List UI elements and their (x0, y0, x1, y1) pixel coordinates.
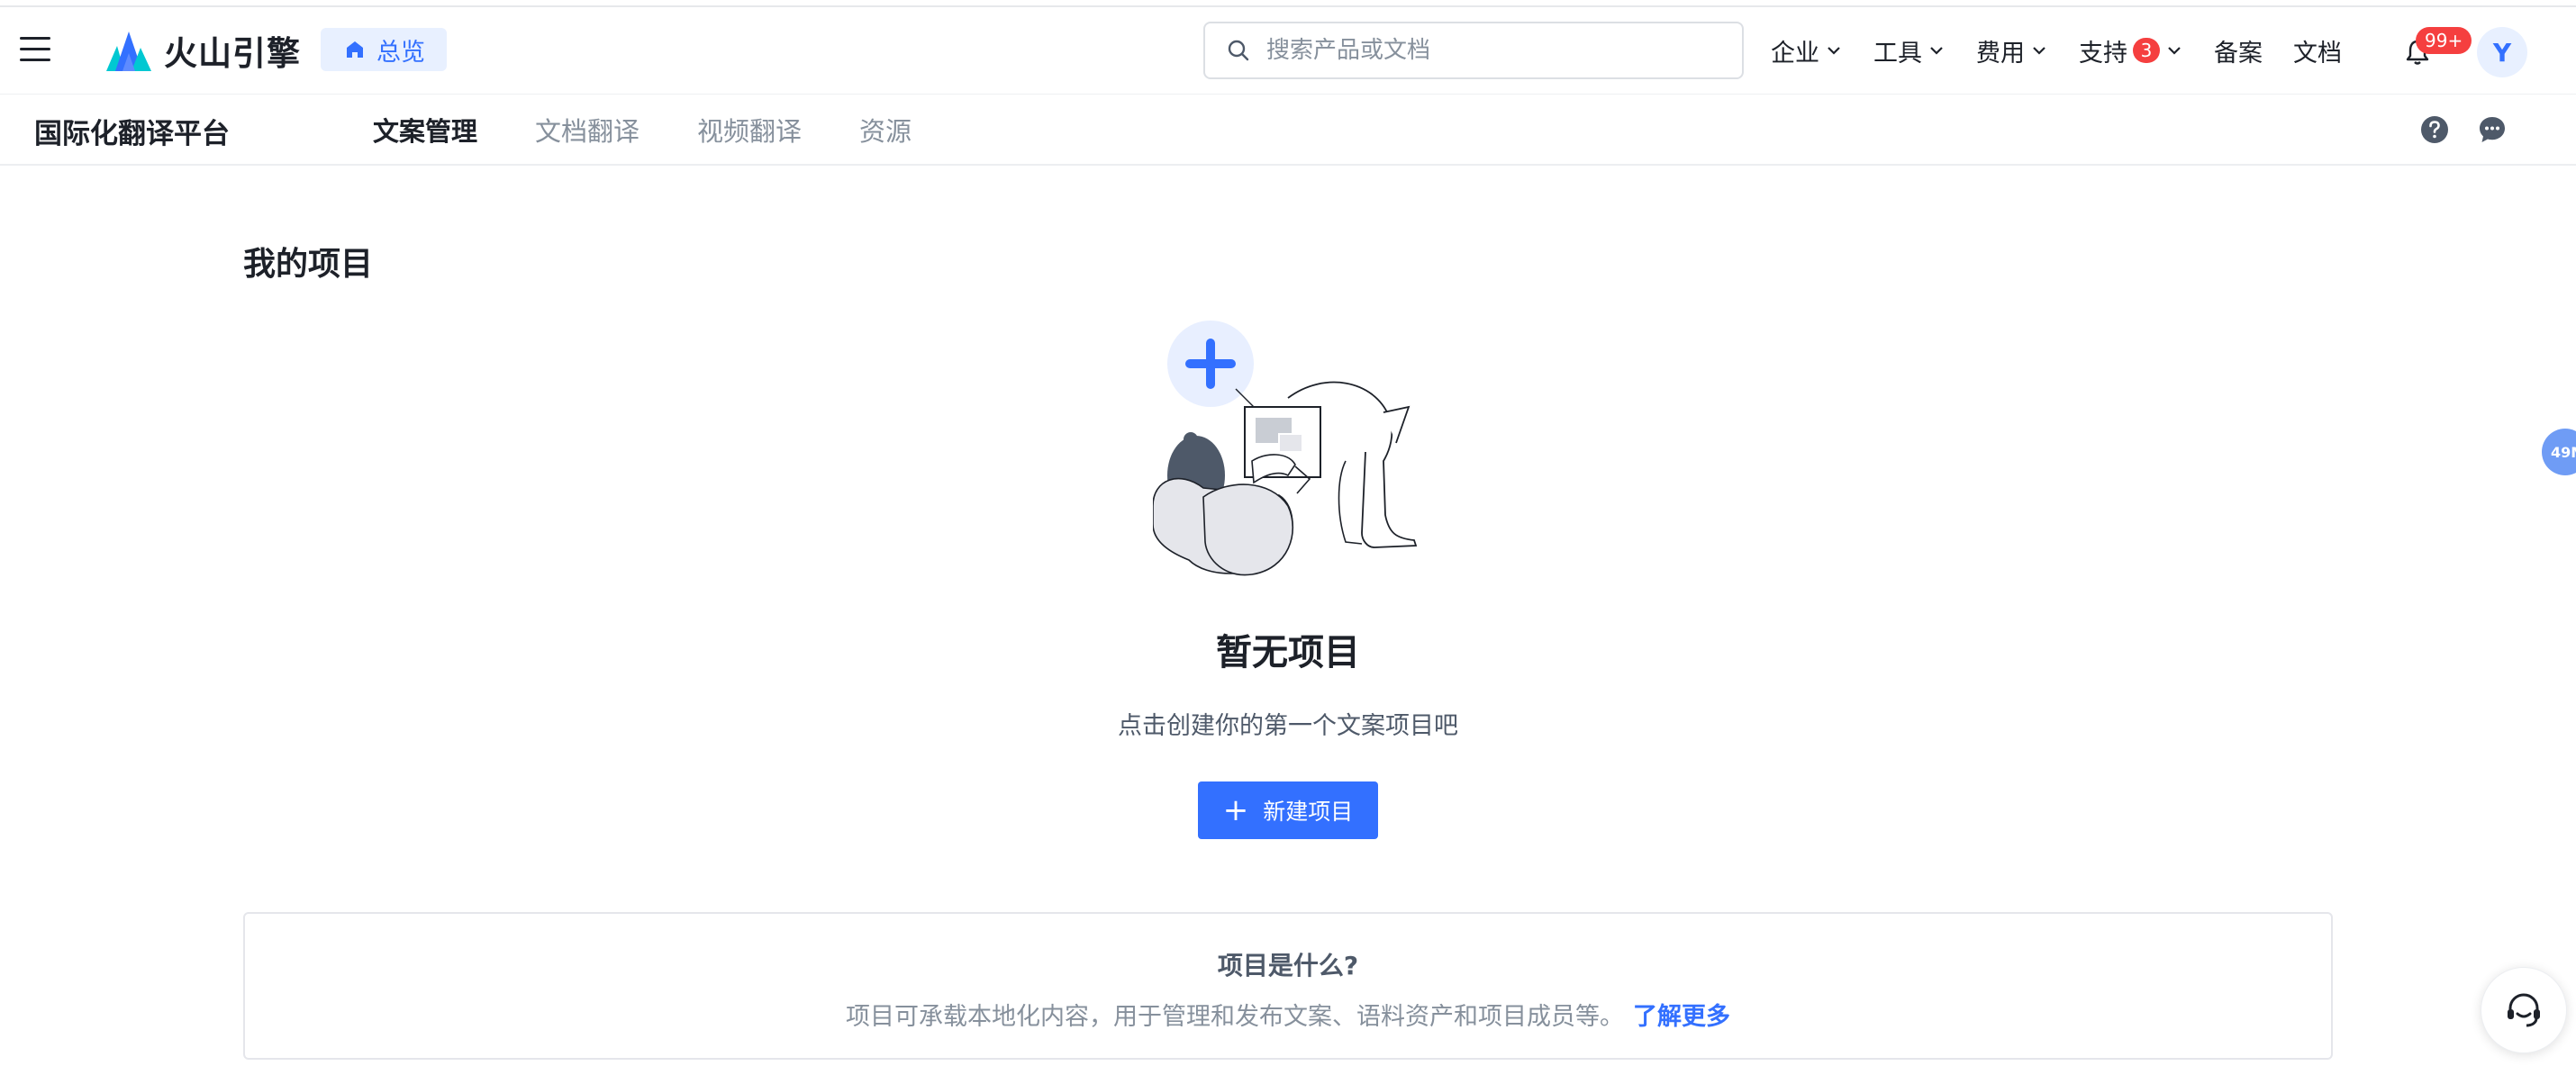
headset-icon (2508, 993, 2540, 1027)
chevron-down-icon (2033, 47, 2045, 55)
search-icon (1228, 40, 1249, 61)
product-tabs: 文案管理 文档翻译 视频翻译 资源 (373, 111, 969, 149)
tab-resources[interactable]: 资源 (859, 111, 912, 149)
info-card-title: 项目是什么? (1217, 951, 1359, 980)
global-header: 火山引擎 总览 企业 工具 费用 支持 3 备案 (0, 7, 2576, 94)
top-nav: 企业 工具 费用 支持 3 备案 文档 (1771, 22, 2372, 79)
empty-state-description: 点击创建你的第一个文案项目吧 (1118, 712, 1458, 740)
nav-support[interactable]: 支持 3 (2079, 33, 2183, 68)
learn-more-link[interactable]: 了解更多 (1633, 1003, 1730, 1031)
product-title: 国际化翻译平台 (34, 118, 230, 150)
nav-tools-label: 工具 (1873, 39, 1922, 68)
project-info-card: 项目是什么? 项目可承载本地化内容，用于管理和发布文案、语料资产和项目成员等。了… (243, 912, 2333, 1060)
nav-support-label: 支持 (2079, 39, 2127, 68)
tab-video-translation[interactable]: 视频翻译 (697, 111, 802, 149)
floating-status-pill[interactable]: 49M (2542, 429, 2576, 475)
plus-icon: + (1222, 792, 1249, 828)
nav-filing[interactable]: 备案 (2214, 33, 2263, 68)
info-card-description: 项目可承载本地化内容，用于管理和发布文案、语料资产和项目成员等。 了解更多 (245, 997, 2331, 1032)
chevron-down-icon (1828, 47, 1840, 55)
support-badge: 3 (2133, 38, 2160, 63)
nav-docs[interactable]: 文档 (2293, 33, 2342, 68)
empty-state-title: 暂无项目 (1216, 632, 1360, 673)
nav-billing[interactable]: 费用 (1976, 33, 2048, 68)
search-box[interactable] (1203, 22, 1744, 79)
empty-state-illustration (1153, 321, 1418, 576)
brand-name: 火山引擎 (164, 34, 301, 73)
avatar[interactable]: Y (2477, 27, 2527, 77)
help-icon[interactable] (2419, 114, 2450, 145)
page-title: 我的项目 (243, 246, 374, 283)
info-card-text: 项目可承载本地化内容，用于管理和发布文案、语料资产和项目成员等。 (846, 1003, 1624, 1031)
overview-button[interactable]: 总览 (321, 28, 447, 71)
chevron-down-icon (1930, 47, 1943, 55)
chat-bubble-icon[interactable] (2477, 114, 2508, 145)
chevron-down-icon (2168, 47, 2181, 55)
menu-icon[interactable] (20, 37, 50, 62)
notification-badge: 99+ (2416, 27, 2472, 54)
nav-billing-label: 费用 (1976, 39, 2025, 68)
nav-tools[interactable]: 工具 (1873, 33, 1946, 68)
tab-document-translation[interactable]: 文档翻译 (535, 111, 639, 149)
nav-enterprise-label: 企业 (1771, 39, 1819, 68)
tab-copy-management[interactable]: 文案管理 (373, 111, 477, 149)
volcano-logo-icon (106, 32, 151, 71)
home-icon (347, 41, 363, 58)
overview-label: 总览 (376, 38, 425, 67)
nav-enterprise[interactable]: 企业 (1771, 33, 1843, 68)
new-project-label: 新建项目 (1263, 799, 1354, 825)
product-header: 国际化翻译平台 文案管理 文档翻译 视频翻译 资源 (0, 94, 2576, 166)
brand-logo[interactable]: 火山引擎 (104, 25, 301, 76)
search-input[interactable] (1266, 37, 1699, 64)
window-top-edge (0, 0, 2576, 7)
customer-support-button[interactable] (2481, 967, 2567, 1053)
new-project-button[interactable]: + 新建项目 (1198, 781, 1378, 839)
